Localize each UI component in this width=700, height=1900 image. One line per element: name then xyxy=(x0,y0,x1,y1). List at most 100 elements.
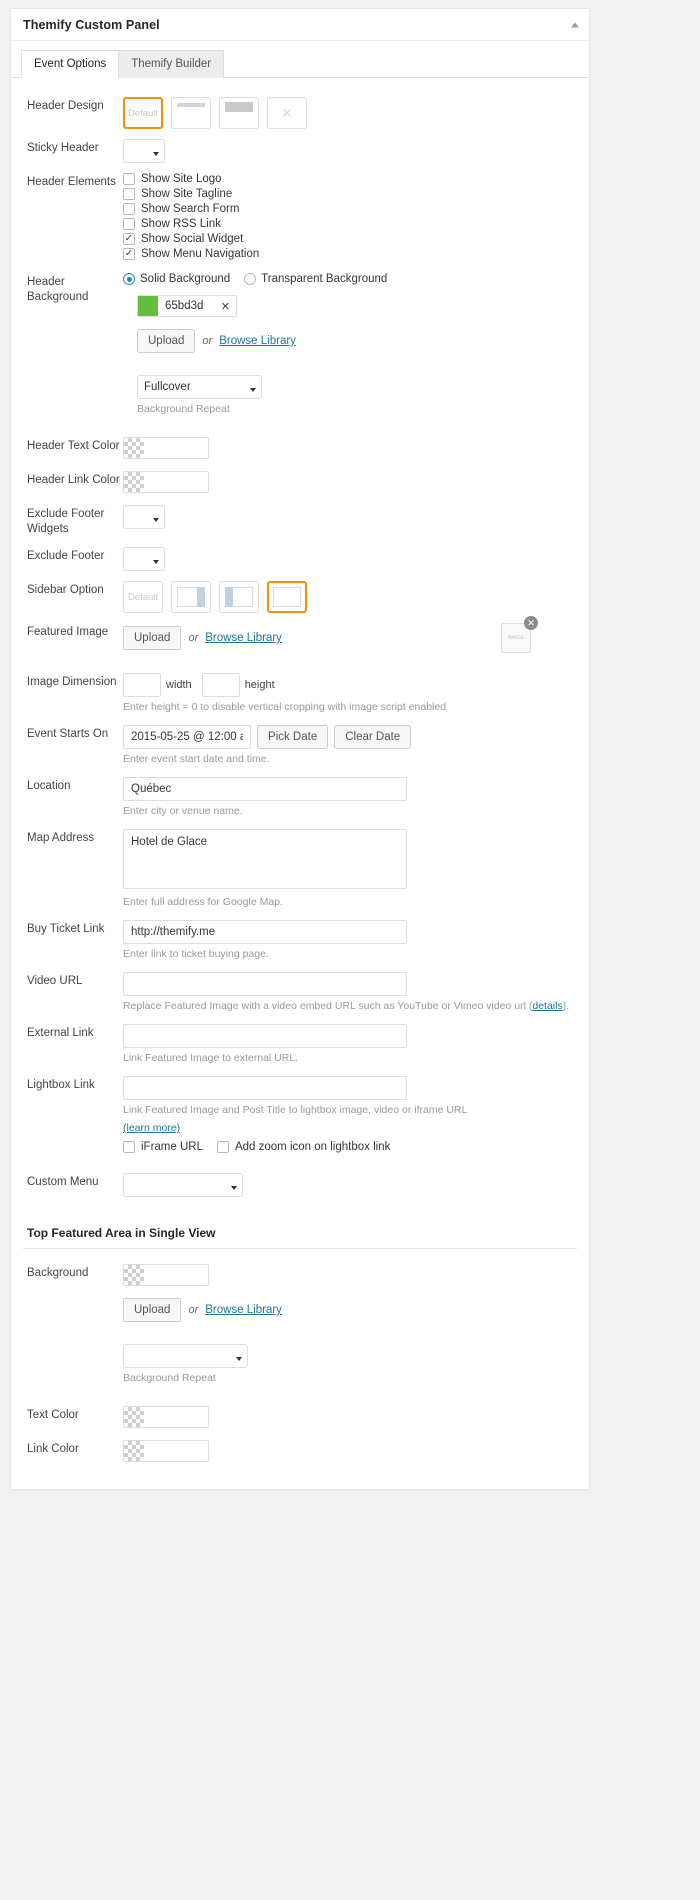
sidebar-option-default[interactable]: Default xyxy=(123,581,163,613)
color-swatch-transparent[interactable] xyxy=(124,1441,144,1461)
checkbox-box[interactable]: ✓ xyxy=(123,173,135,185)
video-url-input[interactable] xyxy=(123,972,407,996)
featured-background-repeat-select[interactable] xyxy=(123,1344,248,1368)
upload-button[interactable]: Upload xyxy=(123,1298,182,1322)
image-width-input[interactable] xyxy=(123,673,161,697)
featured-background-repeat-select-wrap xyxy=(123,1344,248,1368)
map-address-textarea[interactable]: Hotel de Glace xyxy=(123,829,407,889)
row-external-link: External Link Link Featured Image to ext… xyxy=(23,1019,577,1071)
checkbox-box[interactable]: ✓ xyxy=(123,218,135,230)
checkbox-box[interactable]: ✓ xyxy=(123,188,135,200)
event-starts-on-help: Enter event start date and time. xyxy=(123,753,270,765)
close-icon: ✕ xyxy=(281,105,293,121)
external-link-input[interactable] xyxy=(123,1024,407,1048)
color-swatch[interactable] xyxy=(138,296,158,316)
radio-solid-background[interactable]: Solid Background xyxy=(123,273,230,285)
color-swatch-transparent[interactable] xyxy=(124,472,144,492)
video-url-label: Video URL xyxy=(27,975,83,987)
upload-button[interactable]: Upload xyxy=(123,626,182,650)
location-help: Enter city or venue name. xyxy=(123,805,243,817)
color-swatch-transparent[interactable] xyxy=(124,438,144,458)
checkbox-show-search-form[interactable]: ✓ Show Search Form xyxy=(123,203,577,215)
lightbox-link-label: Lightbox Link xyxy=(27,1079,95,1091)
external-link-label: External Link xyxy=(27,1027,94,1039)
header-design-option-bar[interactable] xyxy=(171,97,211,129)
header-text-color-field[interactable] xyxy=(123,437,209,459)
header-design-swatches: Default ✕ xyxy=(123,97,577,129)
lightbox-link-help: Link Featured Image and Post Title to li… xyxy=(123,1104,468,1116)
color-value: 65bd3d xyxy=(165,300,204,312)
sidebar-option-left[interactable] xyxy=(219,581,259,613)
featured-text-color-field[interactable] xyxy=(123,1406,209,1428)
checkbox-box[interactable]: ✓ xyxy=(123,233,135,245)
row-lightbox-link: Lightbox Link Link Featured Image and Po… xyxy=(23,1071,577,1158)
checkbox-box[interactable]: ✓ xyxy=(123,1141,135,1153)
checkbox-add-zoom-icon[interactable]: ✓ Add zoom icon on lightbox link xyxy=(216,1141,390,1153)
checkbox-box[interactable]: ✓ xyxy=(216,1141,229,1153)
checkbox-show-site-logo[interactable]: ✓ Show Site Logo xyxy=(123,173,577,185)
header-background-upload-row: Upload or Browse Library xyxy=(137,329,577,353)
browse-library-link[interactable]: Browse Library xyxy=(205,1304,282,1316)
exclude-footer-widgets-select[interactable] xyxy=(123,505,165,529)
header-background-color-field[interactable]: 65bd3d ✕ xyxy=(137,295,237,317)
checkbox-show-social-widget[interactable]: ✓ Show Social Widget xyxy=(123,233,577,245)
image-height-input[interactable] xyxy=(201,673,240,697)
color-swatch-transparent[interactable] xyxy=(124,1265,144,1285)
chevron-up-icon[interactable] xyxy=(571,22,579,27)
checkbox-iframe-url[interactable]: ✓ iFrame URL xyxy=(123,1141,203,1153)
pick-date-button[interactable]: Pick Date xyxy=(257,725,329,749)
radio-transparent-background[interactable]: Transparent Background xyxy=(244,273,387,285)
or-label: or xyxy=(188,1304,199,1316)
row-event-starts-on: Event Starts On Pick Date Clear Date Ent… xyxy=(23,720,577,772)
header-link-color-field[interactable] xyxy=(123,471,209,493)
clear-color-icon[interactable]: ✕ xyxy=(221,300,236,313)
color-swatch-transparent[interactable] xyxy=(124,1407,144,1427)
location-input[interactable] xyxy=(123,777,407,801)
exclude-footer-select-wrap xyxy=(123,547,165,571)
close-circle-icon[interactable]: ✕ xyxy=(524,616,538,630)
checkbox-show-rss-link[interactable]: ✓ Show RSS Link xyxy=(123,218,577,230)
clear-date-button[interactable]: Clear Date xyxy=(334,725,412,749)
featured-link-color-label: Link Color xyxy=(27,1443,79,1455)
header-design-label: Header Design xyxy=(27,100,104,112)
video-details-link[interactable]: details xyxy=(532,1000,562,1012)
radio-circle[interactable] xyxy=(123,273,135,285)
buy-ticket-link-input[interactable] xyxy=(123,920,407,944)
row-header-elements: Header Elements ✓ Show Site Logo ✓ Show … xyxy=(23,168,577,268)
checkbox-box[interactable]: ✓ xyxy=(123,203,135,215)
sidebar-option-swatches: Default xyxy=(123,581,577,613)
lightbox-link-input[interactable] xyxy=(123,1076,407,1100)
header-design-option-block[interactable] xyxy=(219,97,259,129)
tab-themify-builder[interactable]: Themify Builder xyxy=(118,50,225,78)
custom-menu-select[interactable] xyxy=(123,1173,243,1197)
tab-event-options[interactable]: Event Options xyxy=(21,50,120,78)
featured-background-label: Background xyxy=(27,1267,89,1279)
header-design-option-default[interactable]: Default xyxy=(123,97,163,129)
header-design-option-none[interactable]: ✕ xyxy=(267,97,307,129)
sticky-header-select[interactable] xyxy=(123,139,165,163)
event-start-date-input[interactable] xyxy=(123,725,251,749)
custom-menu-label: Custom Menu xyxy=(27,1176,99,1188)
featured-image-upload-row: Upload or Browse Library xyxy=(123,626,282,650)
learn-more-link[interactable]: (learn more) xyxy=(123,1122,180,1134)
sidebar-option-none[interactable] xyxy=(267,581,307,613)
map-address-label: Map Address xyxy=(27,832,95,844)
upload-button[interactable]: Upload xyxy=(137,329,196,353)
browse-library-link[interactable]: Browse Library xyxy=(219,335,296,347)
checkbox-show-menu-navigation[interactable]: ✓ Show Menu Navigation xyxy=(123,248,577,260)
browse-library-link[interactable]: Browse Library xyxy=(205,632,282,644)
sidebar-option-right[interactable] xyxy=(171,581,211,613)
featured-background-color-field[interactable] xyxy=(123,1264,209,1286)
header-elements-label: Header Elements xyxy=(27,176,116,188)
exclude-footer-select[interactable] xyxy=(123,547,165,571)
checkbox-box[interactable]: ✓ xyxy=(123,248,135,260)
header-background-label: Header Background xyxy=(27,276,89,303)
header-text-color-label: Header Text Color xyxy=(27,440,120,452)
or-label: or xyxy=(202,335,213,347)
header-link-color-label: Header Link Color xyxy=(27,474,120,486)
checkbox-show-site-tagline[interactable]: ✓ Show Site Tagline xyxy=(123,188,577,200)
radio-circle[interactable] xyxy=(244,273,257,285)
featured-link-color-field[interactable] xyxy=(123,1440,209,1462)
row-header-text-color: Header Text Color xyxy=(23,432,577,466)
background-repeat-select[interactable]: Fullcover xyxy=(137,375,262,399)
